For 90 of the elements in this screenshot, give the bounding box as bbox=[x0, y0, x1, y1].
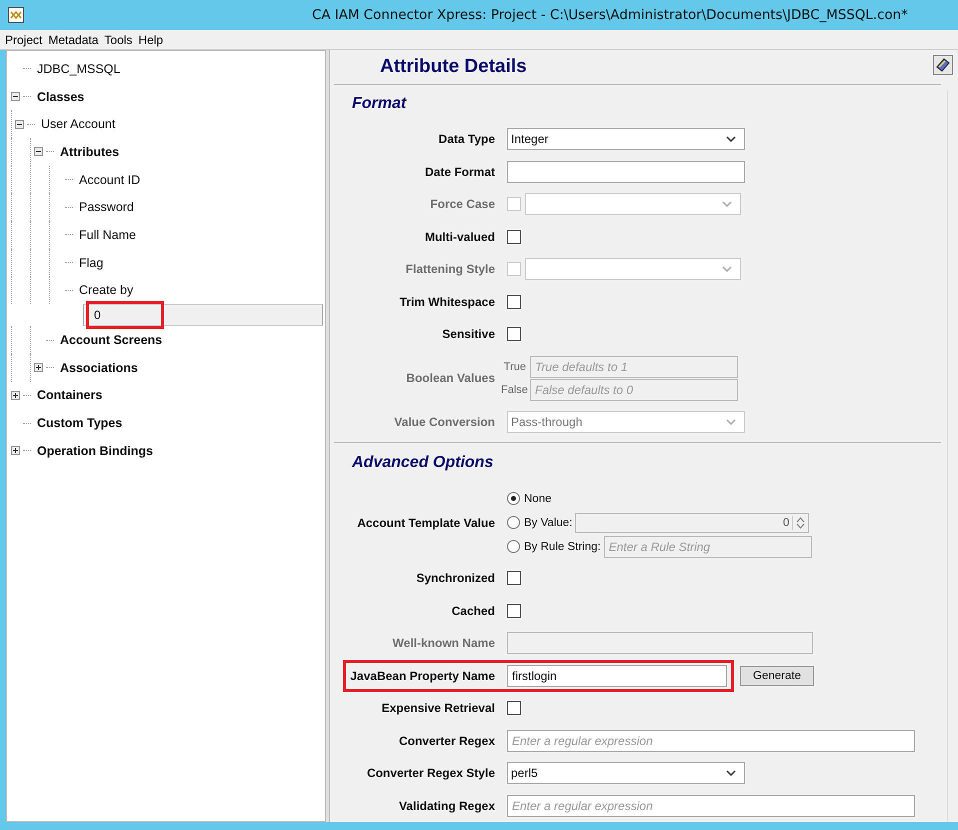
field-label: Date Format bbox=[424, 164, 495, 179]
field-label: Boolean Values bbox=[405, 371, 495, 385]
field-label: Cached bbox=[450, 604, 495, 618]
tree-row[interactable]: JDBC_MSSQL bbox=[7, 55, 323, 83]
tree-label: Full Name bbox=[79, 228, 136, 242]
input-field[interactable] bbox=[507, 632, 813, 654]
chevron-down-icon bbox=[726, 136, 736, 142]
input-field[interactable]: Enter a regular expression bbox=[507, 730, 915, 752]
radio-button[interactable]: By Value: bbox=[507, 516, 572, 529]
field-label: JavaBean Property Name bbox=[349, 668, 495, 683]
expand-icon[interactable] bbox=[11, 390, 20, 400]
radio-button[interactable]: None bbox=[507, 492, 552, 505]
menu-item[interactable]: Project bbox=[5, 32, 42, 46]
chevron-down-icon bbox=[726, 418, 736, 425]
tree-label: Account ID bbox=[79, 172, 140, 187]
dropdown[interactable]: Integer bbox=[507, 128, 745, 150]
field-label: Converter Regex Style bbox=[366, 766, 495, 780]
tree-row[interactable]: Account Screens bbox=[7, 326, 323, 354]
field-label: Converter Regex bbox=[398, 734, 495, 748]
tree-label: Account Screens bbox=[60, 333, 162, 348]
tree-label: JDBC_MSSQL bbox=[37, 62, 120, 76]
tree-label: User Account bbox=[41, 117, 116, 132]
field-label: Sensitive bbox=[441, 327, 495, 342]
tree-row[interactable]: Operation Bindings bbox=[7, 436, 323, 465]
tree-row[interactable]: Account ID bbox=[7, 166, 323, 194]
menu-item[interactable]: Metadata bbox=[48, 32, 98, 46]
checkbox[interactable] bbox=[507, 327, 521, 342]
value-label: True bbox=[502, 360, 526, 372]
checkbox[interactable] bbox=[507, 701, 521, 716]
tree-label: Attributes bbox=[60, 144, 120, 159]
window-title: CA IAM Connector Xpress: Project - C:\Users\Administrator\Documents\JDBC_MSSQL.con* bbox=[312, 8, 908, 22]
tree-label: Associations bbox=[60, 360, 138, 375]
field-label: Validating Regex bbox=[398, 798, 495, 813]
field-label: Multi-valued bbox=[424, 230, 495, 244]
tree-label: Custom Types bbox=[37, 416, 122, 430]
tree-label: 0 bbox=[89, 304, 161, 326]
field-label: Account Template Value bbox=[356, 516, 495, 530]
tree-row[interactable]: Classes bbox=[7, 82, 323, 110]
tree-label: Create by bbox=[79, 283, 134, 298]
field-label: Force Case bbox=[429, 197, 495, 212]
section-title: Advanced Options bbox=[350, 453, 494, 473]
checkbox[interactable] bbox=[507, 604, 521, 618]
tree-row[interactable]: Flag bbox=[7, 248, 323, 276]
collapse-icon[interactable] bbox=[11, 92, 20, 102]
input-field[interactable] bbox=[507, 160, 745, 183]
field-label: Well-known Name bbox=[392, 636, 495, 650]
chevron-down-icon bbox=[722, 201, 732, 208]
tree-row[interactable]: Create by bbox=[7, 276, 323, 304]
tree-label: Operation Bindings bbox=[37, 444, 153, 458]
tree-row[interactable]: User Account bbox=[7, 110, 323, 138]
tree-row[interactable]: 0 bbox=[83, 304, 323, 326]
checkbox[interactable] bbox=[507, 571, 521, 586]
field-label: Trim Whitespace bbox=[398, 294, 495, 309]
app-icon bbox=[8, 7, 24, 23]
expand-icon[interactable] bbox=[11, 446, 20, 456]
section-title: Format bbox=[351, 94, 408, 114]
tree-row[interactable]: Containers bbox=[7, 382, 323, 410]
collapse-icon[interactable] bbox=[34, 147, 43, 156]
collapse-icon[interactable] bbox=[15, 120, 24, 129]
input-field[interactable]: Enter a Rule String bbox=[604, 536, 812, 558]
field-label: Data Type bbox=[438, 132, 495, 146]
field-label: Flattening Style bbox=[404, 262, 495, 276]
input-field[interactable]: firstlogin bbox=[507, 664, 727, 687]
input-field[interactable]: Enter a regular expression bbox=[507, 794, 915, 817]
tree-row[interactable]: Password bbox=[7, 193, 323, 222]
generate-button[interactable]: Generate bbox=[740, 666, 814, 686]
field-label: Expensive Retrieval bbox=[380, 701, 495, 716]
field-label: Synchronized bbox=[415, 571, 495, 586]
field-label: Value Conversion bbox=[393, 414, 495, 429]
tree-label: Containers bbox=[37, 388, 102, 402]
number-spinner[interactable]: 0 bbox=[575, 512, 810, 532]
value-label: False bbox=[501, 384, 526, 396]
tree-row[interactable]: Full Name bbox=[7, 221, 323, 249]
panel-title: Attribute Details bbox=[380, 56, 527, 78]
tree-row[interactable]: Custom Types bbox=[7, 409, 323, 437]
chevron-down-icon bbox=[722, 266, 732, 272]
dropdown[interactable]: perl5 bbox=[507, 762, 745, 784]
help-book-icon[interactable] bbox=[933, 55, 953, 75]
tree-label: Password bbox=[79, 200, 134, 214]
tree-row[interactable]: Attributes bbox=[7, 138, 323, 166]
radio-button[interactable]: By Rule String: bbox=[507, 540, 601, 553]
checkbox[interactable] bbox=[507, 294, 521, 309]
tree-row[interactable]: Associations bbox=[7, 354, 323, 382]
tree-label: Flag bbox=[79, 256, 104, 270]
checkbox[interactable] bbox=[507, 230, 521, 244]
tree-label: Classes bbox=[37, 90, 84, 104]
expand-icon[interactable] bbox=[34, 363, 43, 372]
chevron-down-icon bbox=[726, 770, 736, 776]
menu-item[interactable]: Tools bbox=[104, 32, 132, 46]
menu-item[interactable]: Help bbox=[138, 32, 164, 46]
